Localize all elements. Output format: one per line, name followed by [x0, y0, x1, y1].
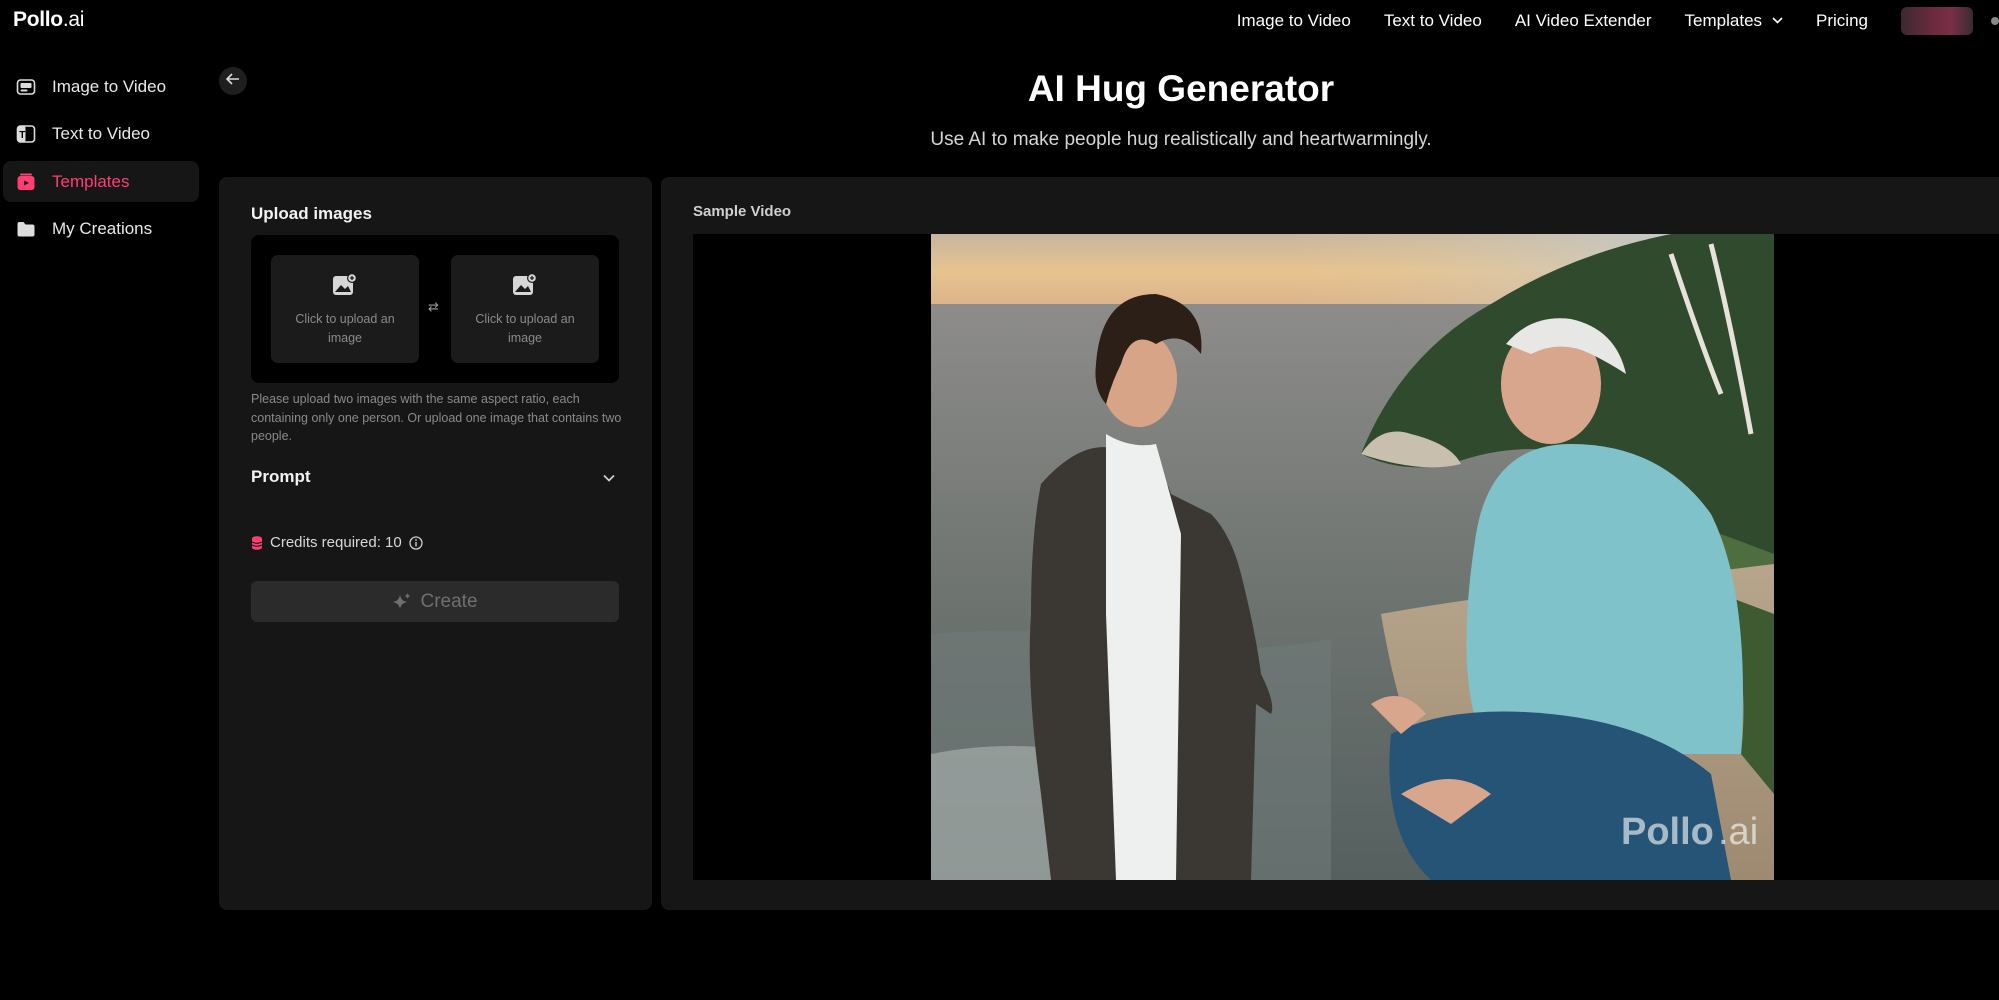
sample-video-label: Sample Video — [693, 203, 792, 220]
upload-slot-1[interactable]: Click to upload an image — [271, 255, 419, 363]
sample-video-panel: Sample Video Pollo .ai — [661, 177, 1999, 910]
nav-templates-label: Templates — [1684, 11, 1763, 30]
logo-main-text: Pollo — [13, 8, 63, 31]
nav-text-to-video[interactable]: Text to Video — [1384, 11, 1482, 31]
swap-images-icon[interactable]: ⇄ — [428, 299, 439, 315]
image-upload-icon — [512, 273, 538, 302]
upload-hint-text: Please upload two images with the same a… — [251, 392, 622, 443]
generator-form-panel: Upload images Click to upload an image ⇄… — [219, 177, 652, 910]
page-title: AI Hug Generator — [1027, 68, 1335, 109]
prompt-accordion[interactable]: Prompt — [251, 467, 619, 491]
watermark-suffix: .ai — [1718, 811, 1758, 853]
watermark-main: Pollo — [1621, 811, 1714, 853]
nav-ai-video-extender[interactable]: AI Video Extender — [1515, 11, 1652, 31]
templates-icon — [15, 171, 37, 193]
chevron-down-icon — [603, 469, 615, 487]
sparkle-icon — [392, 592, 412, 612]
upload-images-heading: Upload images — [251, 204, 372, 223]
nav-pricing[interactable]: Pricing — [1816, 11, 1868, 31]
folder-icon — [15, 218, 37, 240]
info-icon[interactable] — [409, 535, 423, 550]
image-upload-icon — [332, 273, 358, 302]
nav-image-to-video[interactable]: Image to Video — [1237, 11, 1351, 31]
sample-video-frame[interactable]: Pollo .ai — [931, 234, 1774, 880]
more-icon[interactable] — [1991, 17, 1999, 25]
logo-suffix-text: .ai — [62, 8, 85, 31]
nav-templates-dropdown[interactable]: Templates — [1685, 11, 1783, 31]
upload-slot-text: Click to upload an image — [295, 312, 395, 345]
create-button-label: Create — [420, 590, 478, 612]
top-navigation-bar: Pollo.ai Image to Video Text to Video AI… — [0, 0, 1999, 42]
user-avatar[interactable] — [1901, 7, 1973, 35]
create-button[interactable]: Create — [251, 581, 619, 622]
credits-coin-icon — [251, 535, 263, 551]
sidebar-item-my-creations[interactable]: My Creations — [3, 209, 199, 250]
upload-area: Click to upload an image ⇄ Click to uplo… — [251, 235, 619, 383]
video-player[interactable]: Pollo .ai — [693, 234, 1999, 880]
sidebar-item-label: Templates — [52, 171, 130, 191]
credits-required: Credits required: 10 — [251, 534, 423, 551]
pollo-logo[interactable]: Pollo.ai — [13, 8, 84, 32]
prompt-label: Prompt — [251, 467, 311, 486]
page-subtitle: Use AI to make people hug realistically … — [930, 129, 1432, 150]
chevron-down-icon — [1772, 15, 1783, 27]
sidebar-item-templates[interactable]: Templates — [3, 161, 199, 202]
upload-slot-text: Click to upload an image — [475, 312, 575, 345]
top-nav-links: Image to Video Text to Video AI Video Ex… — [1237, 7, 1999, 35]
upload-slot-2[interactable]: Click to upload an image — [451, 255, 599, 363]
sidebar-item-label: My Creations — [52, 219, 153, 238]
credits-text: Credits required: 10 — [270, 534, 402, 551]
